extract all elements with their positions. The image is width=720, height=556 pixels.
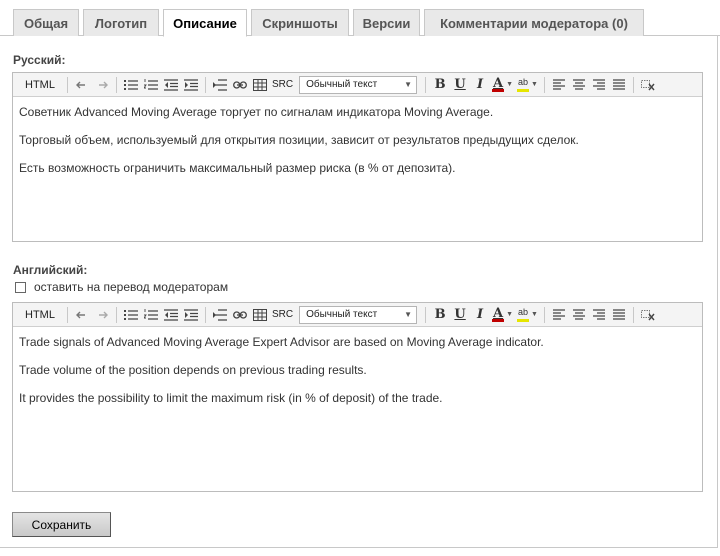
tab-logo[interactable]: Логотип bbox=[83, 9, 159, 36]
toolbar-separator bbox=[66, 76, 68, 93]
toolbar-separator bbox=[204, 76, 206, 93]
unordered-list-icon[interactable] bbox=[121, 305, 141, 325]
horizontal-rule-icon[interactable] bbox=[210, 305, 230, 325]
toolbar-separator bbox=[204, 306, 206, 323]
link-icon[interactable] bbox=[230, 305, 250, 325]
toolbar-separator bbox=[66, 306, 68, 323]
chevron-down-icon: ▼ bbox=[506, 311, 514, 318]
moderator-translation-checkbox[interactable] bbox=[15, 281, 26, 293]
chevron-down-icon: ▼ bbox=[531, 311, 538, 318]
clear-formatting-icon[interactable] bbox=[638, 75, 658, 95]
tab-versions[interactable]: Версии bbox=[353, 9, 420, 36]
outdent-icon[interactable] bbox=[161, 75, 181, 95]
paragraph: Торговый объем, используемый для открыти… bbox=[19, 133, 579, 147]
undo-icon[interactable] bbox=[72, 305, 92, 325]
paragraph: Советник Advanced Moving Average торгует… bbox=[19, 105, 494, 119]
toolbar-separator bbox=[115, 76, 117, 93]
toolbar-separator bbox=[543, 306, 545, 323]
redo-icon[interactable] bbox=[92, 305, 112, 325]
highlight-icon: ab bbox=[518, 76, 529, 87]
source-button[interactable]: SRC bbox=[270, 305, 295, 325]
align-center-icon[interactable] bbox=[569, 75, 589, 95]
italic-button[interactable]: I bbox=[470, 305, 490, 325]
underline-button[interactable]: U bbox=[450, 305, 470, 325]
highlight-color-button[interactable]: ab ▼ bbox=[515, 75, 540, 95]
paragraph: Trade signals of Advanced Moving Average… bbox=[19, 335, 544, 349]
align-left-icon[interactable] bbox=[549, 75, 569, 95]
russian-toolbar: HTML SRC Обычный текст ▼ B U I A ▼ ab ▼ bbox=[13, 73, 702, 97]
outdent-icon[interactable] bbox=[161, 305, 181, 325]
highlight-bar bbox=[517, 318, 530, 322]
italic-button[interactable]: I bbox=[470, 75, 490, 95]
indent-icon[interactable] bbox=[181, 75, 201, 95]
moderator-translation-option: оставить на перевод модераторам bbox=[15, 280, 228, 294]
toolbar-separator bbox=[543, 76, 545, 93]
align-right-icon[interactable] bbox=[589, 305, 609, 325]
moderator-translation-label[interactable]: оставить на перевод модераторам bbox=[34, 280, 228, 294]
tab-general[interactable]: Общая bbox=[13, 9, 79, 36]
align-right-icon[interactable] bbox=[589, 75, 609, 95]
paragraph: Trade volume of the position depends on … bbox=[19, 363, 367, 377]
toolbar-separator bbox=[425, 306, 427, 323]
highlight-icon: ab bbox=[518, 306, 529, 317]
chevron-down-icon: ▼ bbox=[404, 310, 413, 319]
tab-screenshots[interactable]: Скриншоты bbox=[251, 9, 349, 36]
align-justify-icon[interactable] bbox=[609, 75, 629, 95]
english-content[interactable]: Trade signals of Advanced Moving Average… bbox=[13, 327, 702, 427]
toolbar-separator bbox=[632, 76, 634, 93]
format-select-value: Обычный текст bbox=[306, 309, 378, 320]
font-color-button[interactable]: A ▼ bbox=[490, 75, 515, 95]
tab-description[interactable]: Описание bbox=[163, 9, 247, 37]
format-select[interactable]: Обычный текст ▼ bbox=[299, 75, 418, 94]
font-color-icon: A bbox=[493, 75, 504, 91]
chevron-down-icon: ▼ bbox=[404, 80, 413, 89]
english-label: Английский: bbox=[13, 263, 88, 277]
english-toolbar: HTML SRC Обычный текст ▼ B U I A ▼ ab ▼ bbox=[13, 303, 702, 327]
tab-bar: Общая Логотип Описание Скриншоты Версии … bbox=[0, 0, 720, 37]
redo-icon[interactable] bbox=[92, 75, 112, 95]
russian-editor: HTML SRC Обычный текст ▼ B U I A ▼ ab ▼ … bbox=[12, 72, 703, 242]
source-button[interactable]: SRC bbox=[270, 75, 295, 95]
undo-icon[interactable] bbox=[72, 75, 92, 95]
table-icon[interactable] bbox=[250, 305, 270, 325]
highlight-color-button[interactable]: ab ▼ bbox=[515, 305, 540, 325]
align-center-icon[interactable] bbox=[569, 305, 589, 325]
format-select[interactable]: Обычный текст ▼ bbox=[299, 305, 418, 324]
tab-moderator-comments[interactable]: Комментарии модератора (0) bbox=[424, 9, 644, 36]
html-button[interactable]: HTML bbox=[17, 75, 63, 95]
chevron-down-icon: ▼ bbox=[506, 81, 514, 88]
font-color-icon: A bbox=[493, 305, 504, 321]
align-left-icon[interactable] bbox=[549, 305, 569, 325]
ordered-list-icon[interactable] bbox=[141, 305, 161, 325]
highlight-bar bbox=[517, 88, 530, 92]
align-justify-icon[interactable] bbox=[609, 305, 629, 325]
unordered-list-icon[interactable] bbox=[121, 75, 141, 95]
ordered-list-icon[interactable] bbox=[141, 75, 161, 95]
russian-content[interactable]: Советник Advanced Moving Average торгует… bbox=[13, 97, 702, 197]
bold-button[interactable]: B bbox=[430, 75, 450, 95]
chevron-down-icon: ▼ bbox=[531, 81, 538, 88]
link-icon[interactable] bbox=[230, 75, 250, 95]
english-editor: HTML SRC Обычный текст ▼ B U I A ▼ ab ▼ … bbox=[12, 302, 703, 492]
indent-icon[interactable] bbox=[181, 305, 201, 325]
font-color-button[interactable]: A ▼ bbox=[490, 305, 515, 325]
paragraph: Есть возможность ограничить максимальный… bbox=[19, 161, 456, 175]
font-color-bar bbox=[492, 318, 505, 322]
toolbar-separator bbox=[425, 76, 427, 93]
toolbar-separator bbox=[115, 306, 117, 323]
underline-button[interactable]: U bbox=[450, 75, 470, 95]
paragraph: It provides the possibility to limit the… bbox=[19, 391, 443, 405]
bold-button[interactable]: B bbox=[430, 305, 450, 325]
clear-formatting-icon[interactable] bbox=[638, 305, 658, 325]
table-icon[interactable] bbox=[250, 75, 270, 95]
save-button[interactable]: Сохранить bbox=[12, 512, 111, 537]
format-select-value: Обычный текст bbox=[306, 79, 378, 90]
toolbar-separator bbox=[632, 306, 634, 323]
horizontal-rule-icon[interactable] bbox=[210, 75, 230, 95]
font-color-bar bbox=[492, 88, 505, 92]
russian-label: Русский: bbox=[13, 53, 66, 67]
html-button[interactable]: HTML bbox=[17, 305, 63, 325]
